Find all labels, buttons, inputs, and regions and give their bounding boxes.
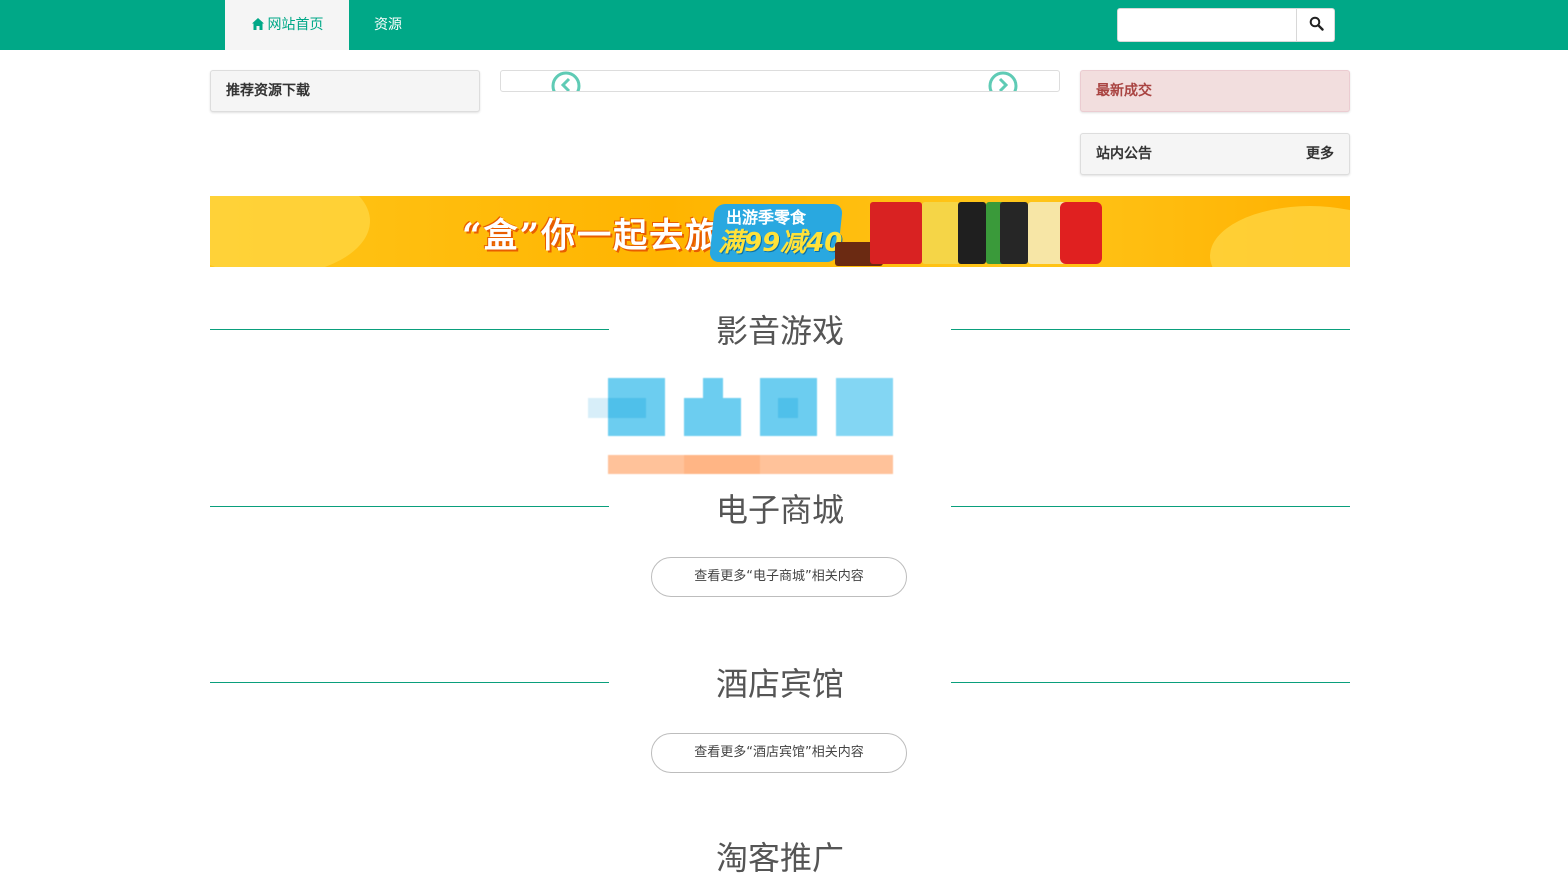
chevron-right-circle-icon: [987, 71, 1019, 91]
announcements-panel: 站内公告 更多: [1080, 133, 1350, 175]
search-input[interactable]: [1118, 9, 1300, 39]
banner-decoration: [210, 196, 370, 267]
product-image: [1000, 202, 1028, 264]
search-box: [1117, 8, 1335, 42]
chevron-left-circle-icon: [550, 71, 582, 91]
product-image: [1060, 202, 1102, 264]
section-divider-left: [210, 329, 609, 330]
section-divider-left: [210, 506, 609, 507]
section-divider-left: [210, 682, 609, 683]
latest-deals-panel: 最新成交: [1080, 70, 1350, 112]
section-divider-right: [951, 506, 1350, 507]
nav-home-label: 网站首页: [267, 17, 324, 33]
section-title-e-mall: 电子商城: [715, 491, 844, 529]
carousel-next-button[interactable]: [987, 71, 1019, 91]
section-divider-right: [951, 329, 1350, 330]
latest-deals-title: 最新成交: [1096, 83, 1152, 99]
search-button[interactable]: [1296, 9, 1335, 41]
section-title-taoke: 淘客推广: [715, 839, 844, 877]
nav-home[interactable]: 网站首页: [225, 0, 349, 50]
section-title-media-games: 影音游戏: [715, 312, 844, 350]
recommended-panel: 推荐资源下载: [210, 70, 480, 112]
announcements-title: 站内公告: [1096, 146, 1152, 162]
carousel: [500, 70, 1060, 92]
announcements-more-link[interactable]: 更多: [1306, 134, 1334, 174]
product-image: [870, 202, 922, 264]
section-divider-right: [951, 682, 1350, 683]
banner-badge-line2: 满99减40: [718, 228, 843, 258]
product-image: [922, 202, 960, 264]
home-icon: [251, 2, 265, 30]
recommended-panel-title: 推荐资源下载: [226, 83, 310, 99]
more-hotels-button[interactable]: 查看更多“酒店宾馆”相关内容: [651, 733, 907, 773]
site-logo: [588, 378, 913, 478]
banner-decoration: [1210, 206, 1350, 267]
carousel-prev-button[interactable]: [550, 71, 582, 91]
section-title-hotels: 酒店宾馆: [715, 665, 844, 703]
product-image: [958, 202, 986, 264]
search-icon: [1309, 16, 1324, 35]
more-e-mall-button[interactable]: 查看更多“电子商城”相关内容: [651, 557, 907, 597]
nav-resources[interactable]: 资源: [374, 0, 402, 50]
top-navbar: 网站首页 资源: [0, 0, 1568, 50]
promo-banner[interactable]: “盒”你一起去旅行 出游季零食 满99减40: [210, 196, 1350, 267]
